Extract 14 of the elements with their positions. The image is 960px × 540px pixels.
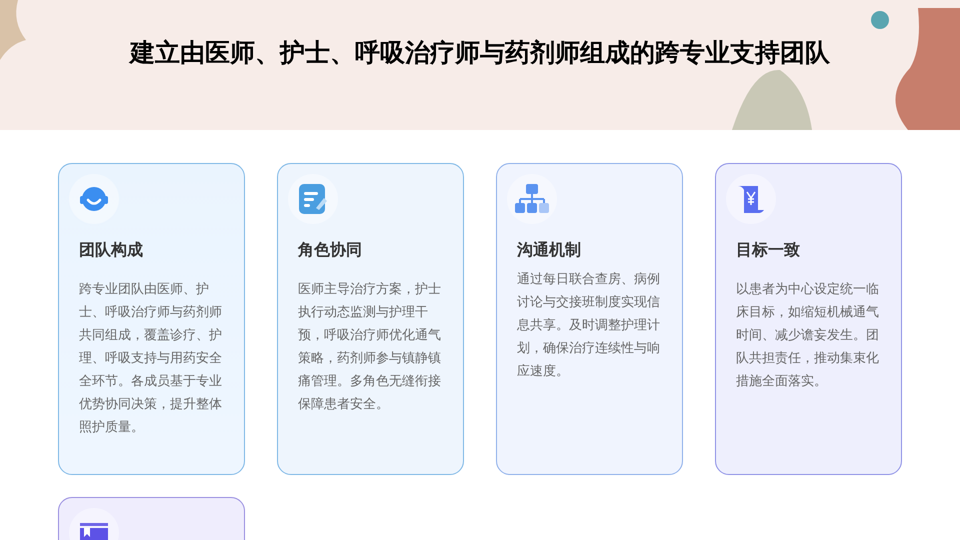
card-description: 跨专业团队由医师、护士、呼吸治疗师与药剂师共同组成，覆盖诊疗、护理、呼吸支持与用药安全全环节。各成员基于专业优势协同决策，提升整体照护质量。 — [79, 281, 223, 437]
headset-icon — [79, 184, 109, 214]
book-icon — [79, 523, 109, 540]
card-heading: 目标一致 — [736, 239, 801, 261]
note-icon — [299, 184, 327, 214]
card-description: 通过每日联合查房、病例讨论与交接班制度实现信息共享。及时调整护理计划，确保治疗连续性与响应速度。 — [517, 271, 661, 381]
page-title: 建立由医师、护士、呼吸治疗师与药剂师组成的跨专业支持团队 — [130, 37, 830, 70]
card-description: 以患者为中心设定统一临床目标，如缩短机械通气时间、减少谵妄发生。团队共担责任，推动集束化措施全面落实。 — [736, 281, 880, 391]
card-description: 医师主导治疗方案，护士执行动态监测与护理干预，呼吸治疗师优化通气策略，药剂师参与镇静镇痛管理。多角色无缝衔接保障患者安全。 — [298, 281, 442, 414]
hierarchy-icon — [515, 184, 549, 214]
leaf-shape-drawing — [0, 0, 26, 60]
card-heading: 团队构成 — [79, 239, 144, 261]
card-heading: 角色协同 — [298, 239, 363, 261]
card-heading: 沟通机制 — [517, 239, 582, 261]
